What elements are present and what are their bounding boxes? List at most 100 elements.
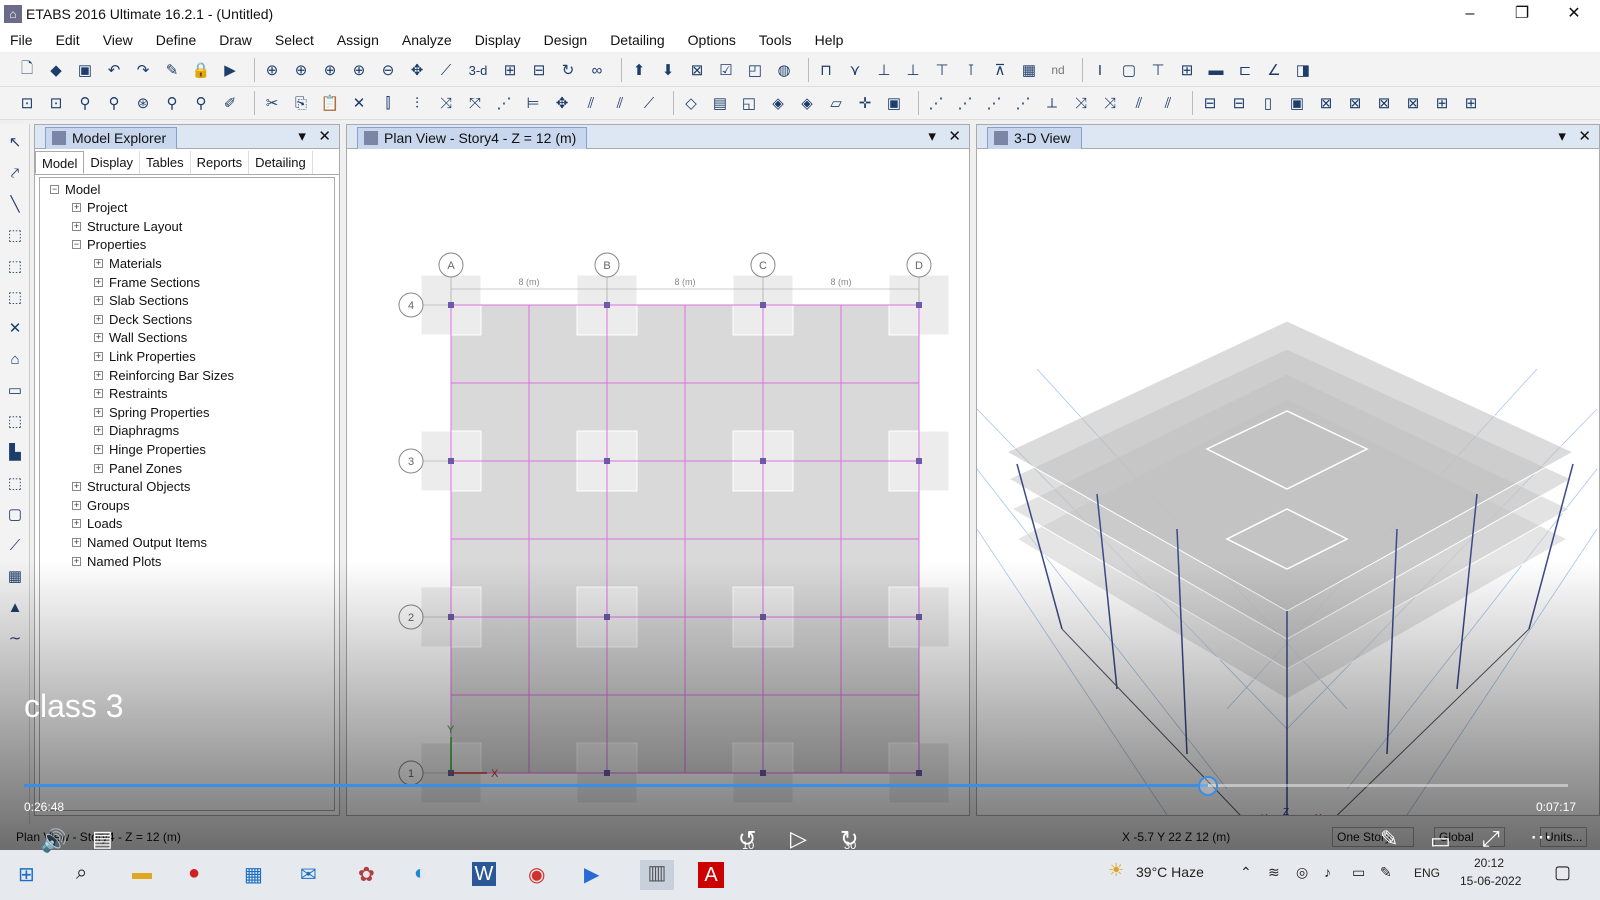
- assign-diaphragm-icon[interactable]: ⊛: [132, 92, 154, 114]
- expand-icon[interactable]: +: [94, 444, 103, 454]
- menu-define[interactable]: Define: [156, 32, 196, 48]
- draw-columns-icon[interactable]: ⊥: [902, 59, 924, 81]
- draw-polygon-icon[interactable]: ⌂: [3, 348, 27, 372]
- draw-slab-icon[interactable]: ▱: [825, 92, 847, 114]
- plan-view-icon[interactable]: ⊞: [499, 59, 521, 81]
- three-d-view-canvas[interactable]: Y X Z: [977, 149, 1599, 815]
- three-d-view-button[interactable]: 3-d: [464, 59, 492, 81]
- menu-options[interactable]: Options: [688, 32, 736, 48]
- wall-section-icon[interactable]: ⊤: [1147, 59, 1169, 81]
- tree-node[interactable]: + Reinforcing Bar Sizes: [94, 366, 234, 384]
- run-analysis-icon[interactable]: ▶: [219, 59, 241, 81]
- extrusion-icon[interactable]: ◍: [773, 59, 795, 81]
- minimize-button[interactable]: –: [1444, 0, 1496, 28]
- design-shear-icon[interactable]: ⤨: [1099, 92, 1121, 114]
- frame-section-icon[interactable]: ▢: [1118, 59, 1140, 81]
- tree-node[interactable]: + Hinge Properties: [94, 440, 206, 458]
- captions-icon[interactable]: ▤: [92, 826, 113, 852]
- open-file-icon[interactable]: ◆: [45, 59, 67, 81]
- menu-design[interactable]: Design: [544, 32, 588, 48]
- menu-edit[interactable]: Edit: [56, 32, 80, 48]
- video-seek-bar[interactable]: [24, 776, 1568, 796]
- tab-detailing[interactable]: Detailing: [249, 151, 313, 174]
- display-forces-icon[interactable]: ⊟: [1228, 92, 1250, 114]
- draw-opening-icon[interactable]: ✛: [854, 92, 876, 114]
- menu-tools[interactable]: Tools: [759, 32, 792, 48]
- tree-node[interactable]: + Restraints: [94, 385, 168, 403]
- expand-icon[interactable]: +: [94, 277, 103, 287]
- etabs-taskbar-icon[interactable]: ▥: [640, 860, 674, 890]
- draw-wall-icon[interactable]: ⊼: [989, 59, 1011, 81]
- explorer-controls[interactable]: ▾ ✕: [298, 127, 331, 145]
- expand-icon[interactable]: +: [94, 463, 103, 473]
- design-column-icon[interactable]: ⫽: [1128, 92, 1150, 114]
- word-icon[interactable]: W: [472, 862, 496, 886]
- assign-load-icon[interactable]: ⚲: [161, 92, 183, 114]
- pan-icon[interactable]: ✥: [406, 59, 428, 81]
- restore-button[interactable]: ❐: [1496, 0, 1548, 28]
- more-options-icon[interactable]: ⋯: [1530, 824, 1552, 850]
- fullscreen-icon[interactable]: ⤢: [1482, 826, 1500, 852]
- pen-icon[interactable]: ✎: [161, 59, 183, 81]
- redo-icon[interactable]: ↷: [132, 59, 154, 81]
- story-dropdown[interactable]: One Story: [1332, 827, 1415, 847]
- assign-restraint-icon[interactable]: ⚲: [74, 92, 96, 114]
- display-section-icon[interactable]: ▯: [1257, 92, 1279, 114]
- draw-secondary-icon[interactable]: ⊤: [931, 59, 953, 81]
- mail-icon[interactable]: ✉: [300, 862, 317, 887]
- draw-ramp-icon[interactable]: ◈: [796, 92, 818, 114]
- delete-icon[interactable]: ✕: [348, 92, 370, 114]
- assign-joint-icon[interactable]: ⊡: [16, 92, 38, 114]
- assign-frame-icon[interactable]: ⊡: [45, 92, 67, 114]
- display-table-icon[interactable]: ⊞: [1431, 92, 1453, 114]
- plan-view-controls[interactable]: ▾ ✕: [928, 127, 961, 145]
- edge-icon[interactable]: ◐: [414, 862, 426, 885]
- pointer-icon[interactable]: ↖: [3, 131, 27, 155]
- save-icon[interactable]: ▣: [74, 59, 96, 81]
- etabs-app-icon[interactable]: ⌂: [4, 5, 22, 23]
- microphone-icon[interactable]: ♪: [1324, 864, 1331, 880]
- draw-line-icon[interactable]: ╲: [3, 193, 27, 217]
- draw-poly-icon[interactable]: ◈: [767, 92, 789, 114]
- menu-assign[interactable]: Assign: [337, 32, 379, 48]
- menu-detailing[interactable]: Detailing: [610, 32, 664, 48]
- expand-icon[interactable]: +: [94, 296, 103, 306]
- tree-node[interactable]: + Spring Properties: [94, 403, 209, 421]
- three-d-view-controls[interactable]: ▾ ✕: [1558, 127, 1591, 145]
- tree-node[interactable]: + Loads: [72, 515, 122, 533]
- panel-icon[interactable]: ◨: [1292, 59, 1314, 81]
- media-player-icon[interactable]: ●: [188, 862, 200, 885]
- pen-tray-icon[interactable]: ✎: [1380, 864, 1392, 881]
- extrude-icon[interactable]: ⤧: [464, 92, 486, 114]
- draw-wall-stack-icon[interactable]: ▙: [3, 441, 27, 465]
- notifications-icon[interactable]: ▢: [1554, 862, 1571, 883]
- clock-time[interactable]: 20:12: [1474, 856, 1504, 870]
- expand-icon[interactable]: +: [94, 258, 103, 268]
- tree-node[interactable]: + Materials: [94, 254, 162, 272]
- expand-icon[interactable]: +: [72, 482, 81, 492]
- expand-icon[interactable]: +: [72, 556, 81, 566]
- display-deformed-icon[interactable]: ⊟: [1199, 92, 1221, 114]
- menu-file[interactable]: File: [10, 32, 33, 48]
- zoom-out-icon[interactable]: ⊖: [377, 59, 399, 81]
- tree-node[interactable]: + Wall Sections: [94, 329, 187, 347]
- display-stress-icon[interactable]: ⊠: [1344, 92, 1366, 114]
- file-explorer-icon[interactable]: ▬: [132, 862, 152, 885]
- draw-rect-icon[interactable]: ▤: [709, 92, 731, 114]
- tree-node[interactable]: + Project: [72, 199, 127, 217]
- clock-date[interactable]: 15-06-2022: [1460, 874, 1521, 888]
- select-area-icon[interactable]: ⬚: [3, 286, 27, 310]
- expand-icon[interactable]: +: [72, 537, 81, 547]
- paste-icon[interactable]: 📋: [319, 92, 341, 114]
- draw-opening-tool-icon[interactable]: ▢: [3, 503, 27, 527]
- draw-box-icon[interactable]: ◱: [738, 92, 760, 114]
- grid-icon[interactable]: ▦: [3, 565, 27, 589]
- assign-temperature-icon[interactable]: ⚲: [190, 92, 212, 114]
- draw-link-icon[interactable]: ⊺: [960, 59, 982, 81]
- collapse-icon[interactable]: −: [72, 240, 81, 250]
- tree-node[interactable]: + Structural Objects: [72, 478, 190, 496]
- draw-null-icon[interactable]: ▣: [883, 92, 905, 114]
- menu-view[interactable]: View: [103, 32, 133, 48]
- assign-spring-icon[interactable]: ⚲: [103, 92, 125, 114]
- tree-node[interactable]: + Deck Sections: [94, 310, 192, 328]
